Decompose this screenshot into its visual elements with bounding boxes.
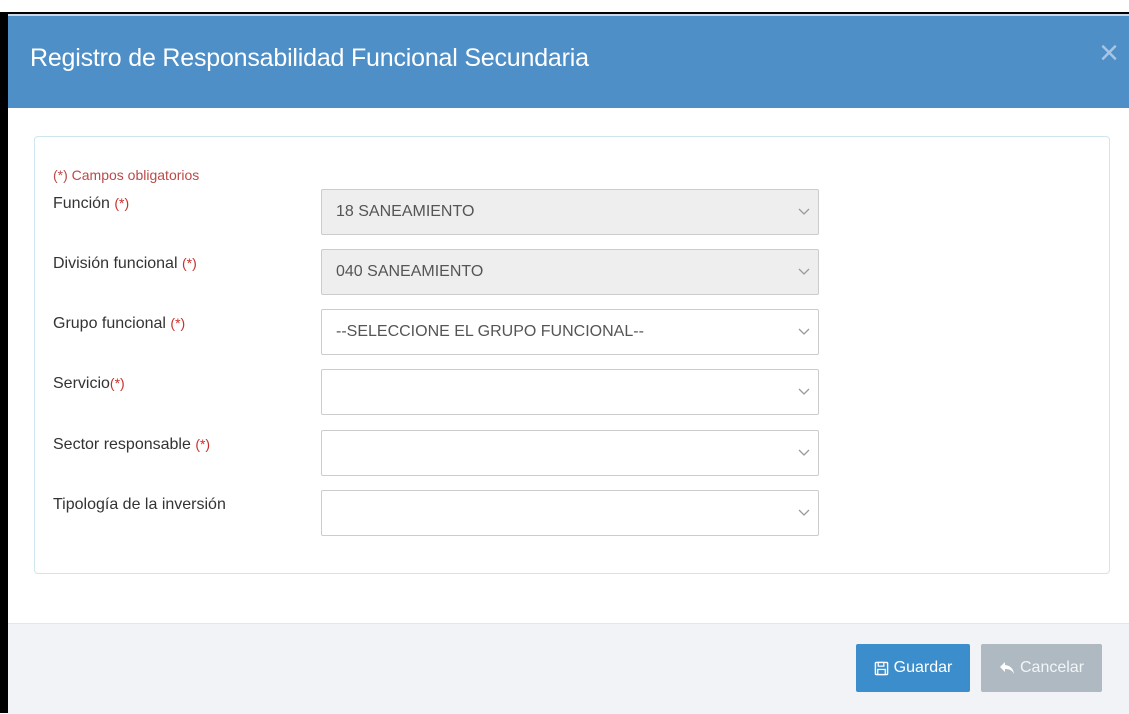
modal-dialog: Registro de Responsabilidad Funcional Se… bbox=[8, 14, 1129, 714]
close-icon[interactable]: × bbox=[1095, 36, 1123, 70]
reply-arrow-icon bbox=[999, 662, 1014, 674]
required-mark: (*) bbox=[170, 315, 186, 331]
required-mark: (*) bbox=[109, 375, 125, 391]
field-label-funcion: Función (*) bbox=[53, 195, 129, 213]
chevron-down-icon bbox=[798, 328, 810, 335]
chevron-down-icon bbox=[798, 208, 810, 215]
floppy-disk-icon bbox=[874, 661, 888, 675]
required-mark: (*) bbox=[181, 255, 197, 271]
select-value: --SELECCIONE EL GRUPO FUNCIONAL-- bbox=[336, 323, 644, 340]
label-text: Grupo funcional bbox=[53, 315, 166, 332]
modal-footer: Guardar Cancelar bbox=[8, 623, 1129, 714]
cancel-button-label: Cancelar bbox=[1019, 659, 1085, 676]
tipologia-inversion-select[interactable] bbox=[321, 490, 819, 536]
chevron-down-icon bbox=[798, 388, 810, 395]
field-label-sector-responsable: Sector responsable (*) bbox=[53, 436, 210, 454]
field-label-division-funcional: División funcional (*) bbox=[53, 255, 197, 273]
save-button-label: Guardar bbox=[893, 659, 953, 676]
select-value: 18 SANEAMIENTO bbox=[336, 203, 475, 220]
chevron-down-icon bbox=[798, 268, 810, 275]
label-text: Tipología de la inversión bbox=[53, 496, 226, 513]
field-label-grupo-funcional: Grupo funcional (*) bbox=[53, 315, 185, 333]
modal-header: Registro de Responsabilidad Funcional Se… bbox=[8, 14, 1129, 108]
field-label-servicio: Servicio(*) bbox=[53, 375, 125, 393]
label-text: División funcional bbox=[53, 255, 178, 272]
division-funcional-select[interactable]: 040 SANEAMIENTO bbox=[321, 249, 819, 295]
label-text: Función bbox=[53, 195, 110, 212]
select-value: 040 SANEAMIENTO bbox=[336, 263, 484, 280]
modal-title: Registro de Responsabilidad Funcional Se… bbox=[30, 44, 589, 72]
required-mark: (*) bbox=[114, 195, 130, 211]
required-mark: (*) bbox=[195, 436, 211, 452]
funcion-select[interactable]: 18 SANEAMIENTO bbox=[321, 189, 819, 235]
servicio-select[interactable] bbox=[321, 369, 819, 415]
chevron-down-icon bbox=[798, 509, 810, 516]
save-button[interactable]: Guardar bbox=[856, 644, 970, 692]
required-fields-note: (*) Campos obligatorios bbox=[53, 167, 200, 183]
field-label-tipologia-inversion: Tipología de la inversión bbox=[53, 496, 226, 514]
form-panel: (*) Campos obligatorios Función (*) 18 S… bbox=[34, 136, 1110, 574]
grupo-funcional-select[interactable]: --SELECCIONE EL GRUPO FUNCIONAL-- bbox=[321, 309, 819, 355]
cancel-button[interactable]: Cancelar bbox=[981, 644, 1102, 692]
sector-responsable-select[interactable] bbox=[321, 430, 819, 476]
chevron-down-icon bbox=[798, 449, 810, 456]
label-text: Servicio bbox=[53, 375, 110, 392]
window-left-edge bbox=[0, 12, 8, 713]
label-text: Sector responsable bbox=[53, 436, 191, 453]
